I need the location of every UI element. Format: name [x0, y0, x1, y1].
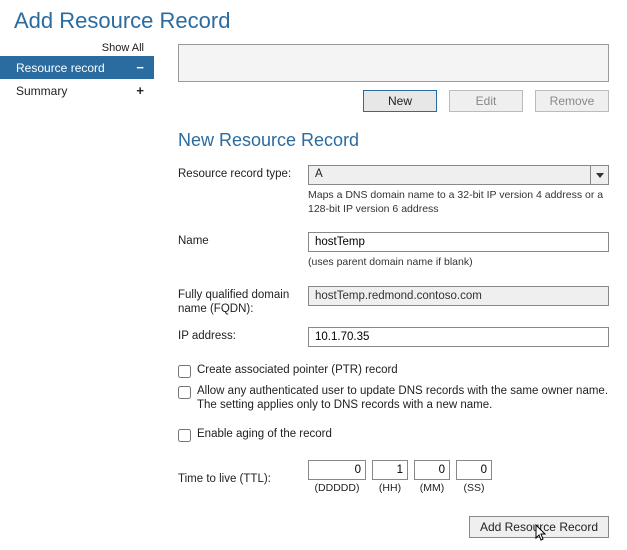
- page-title: Add Resource Record: [0, 0, 627, 38]
- ttl-seconds-unit: (SS): [464, 482, 485, 494]
- ttl-minutes-unit: (MM): [420, 482, 445, 494]
- ttl-minutes-input[interactable]: [414, 460, 450, 480]
- aging-checkbox-label: Enable aging of the record: [197, 427, 332, 442]
- type-label: Resource record type:: [178, 165, 308, 216]
- ttl-seconds-input[interactable]: [456, 460, 492, 480]
- aging-checkbox[interactable]: [178, 429, 191, 442]
- ttl-hours-unit: (HH): [379, 482, 401, 494]
- collapse-icon[interactable]: −: [136, 60, 144, 75]
- nav-label: Resource record: [16, 61, 105, 75]
- record-list[interactable]: [178, 44, 609, 82]
- name-label: Name: [178, 232, 308, 270]
- main-panel: New Edit Remove New Resource Record Reso…: [154, 38, 627, 544]
- nav-item-summary[interactable]: Summary +: [0, 79, 154, 102]
- type-hint: Maps a DNS domain name to a 32-bit IP ve…: [308, 189, 609, 216]
- remove-button: Remove: [535, 90, 609, 112]
- fqdn-label: Fully qualified domain name (FQDN):: [178, 286, 308, 317]
- type-select[interactable]: A: [308, 165, 609, 185]
- sidebar: Show All Resource record − Summary +: [0, 38, 154, 544]
- ptr-checkbox-label: Create associated pointer (PTR) record: [197, 363, 398, 378]
- auth-update-checkbox-label: Allow any authenticated user to update D…: [197, 384, 609, 414]
- auth-update-checkbox[interactable]: [178, 386, 191, 399]
- ip-input[interactable]: [308, 327, 609, 347]
- chevron-down-icon[interactable]: [590, 166, 608, 184]
- edit-button: Edit: [449, 90, 523, 112]
- expand-icon[interactable]: +: [136, 83, 144, 98]
- add-resource-record-button[interactable]: Add Resource Record: [469, 516, 609, 538]
- name-hint: (uses parent domain name if blank): [308, 256, 609, 270]
- ip-label: IP address:: [178, 327, 308, 347]
- nav-label: Summary: [16, 84, 67, 98]
- ptr-checkbox[interactable]: [178, 365, 191, 378]
- ttl-days-unit: (DDDDD): [315, 482, 360, 494]
- show-all-link[interactable]: Show All: [0, 42, 154, 56]
- new-button[interactable]: New: [363, 90, 437, 112]
- ttl-days-input[interactable]: [308, 460, 366, 480]
- type-value: A: [309, 166, 590, 184]
- section-title: New Resource Record: [178, 130, 609, 151]
- ttl-hours-input[interactable]: [372, 460, 408, 480]
- nav-item-resource-record[interactable]: Resource record −: [0, 56, 154, 79]
- fqdn-input: [308, 286, 609, 306]
- ttl-label: Time to live (TTL):: [178, 470, 308, 485]
- name-input[interactable]: [308, 232, 609, 252]
